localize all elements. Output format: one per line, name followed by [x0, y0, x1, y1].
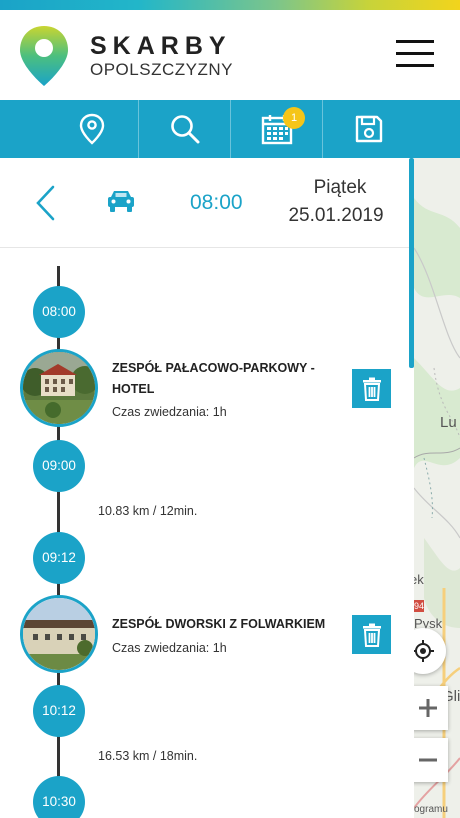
brand-title: SKARBY: [90, 32, 232, 60]
departure-time[interactable]: 08:00: [190, 191, 243, 215]
search-icon: [171, 115, 200, 144]
route-distance: 16.53 km / 18min.: [98, 749, 198, 763]
poi-title[interactable]: ZESPÓŁ DWORSKI Z FOLWARKIEM: [112, 614, 332, 635]
zoom-out-button[interactable]: [414, 738, 448, 782]
map-view[interactable]: Lu ek 94 Pysk Gli ogramu: [414, 158, 460, 818]
trip-plan-panel: 08:00 Piątek 25.01.2019 08:00 ZESPÓŁ PAŁ…: [0, 158, 414, 818]
trip-day: Piątek: [313, 177, 367, 198]
minus-icon: [419, 758, 437, 762]
hamburger-icon: [396, 40, 434, 43]
timeline-time-marker: 08:00: [33, 286, 85, 338]
poi-thumbnail[interactable]: [20, 349, 98, 427]
back-chevron-icon[interactable]: [34, 184, 56, 222]
app-header: SKARBY OPOLSZCZYZNY: [0, 10, 460, 100]
trash-icon: [362, 377, 381, 401]
calendar-count-badge: 1: [283, 107, 305, 129]
save-icon: [355, 115, 383, 143]
toolbar-calendar-button[interactable]: [231, 100, 323, 158]
plus-icon: [419, 699, 437, 717]
map-attribution: ogramu: [414, 804, 448, 815]
car-icon[interactable]: [106, 188, 136, 214]
delete-poi-button[interactable]: [352, 369, 391, 408]
menu-button[interactable]: [396, 40, 434, 70]
poi-visit-duration: Czas zwiedzania: 1h: [112, 641, 227, 655]
trip-header: 08:00 Piątek 25.01.2019: [0, 158, 414, 248]
road-number-marker: 94: [414, 600, 425, 612]
panel-scrollbar[interactable]: [409, 158, 414, 368]
toolbar-locations-button[interactable]: [46, 100, 138, 158]
poi-title[interactable]: ZESPÓŁ PAŁACOWO-PARKOWY - HOTEL: [112, 358, 332, 400]
delete-poi-button[interactable]: [352, 615, 391, 654]
poi-visit-duration: Czas zwiedzania: 1h: [112, 405, 227, 419]
location-pin-icon: [79, 113, 105, 145]
timeline-time-marker: 09:00: [33, 440, 85, 492]
trash-icon: [362, 623, 381, 647]
map-place-label: ek: [414, 572, 424, 587]
palace-photo: [23, 352, 95, 424]
crosshair-icon: [414, 640, 434, 662]
toolbar-save-button[interactable]: [323, 100, 415, 158]
zoom-in-button[interactable]: [414, 686, 448, 730]
brand-color-stripe: [0, 0, 460, 10]
trip-date: 25.01.2019: [288, 205, 384, 226]
map-place-label: Lu: [440, 414, 457, 431]
timeline-time-marker: 09:12: [33, 532, 85, 584]
timeline-time-marker: 10:12: [33, 685, 85, 737]
brand-subtitle: OPOLSZCZYZNY: [90, 60, 233, 79]
main-toolbar: [0, 100, 460, 158]
route-distance: 10.83 km / 12min.: [98, 504, 198, 518]
toolbar-search-button[interactable]: [139, 100, 231, 158]
logo-pin-icon: [20, 26, 68, 86]
poi-thumbnail[interactable]: [20, 595, 98, 673]
timeline-time-marker: 10:30: [33, 776, 85, 818]
manor-photo: [23, 598, 95, 670]
